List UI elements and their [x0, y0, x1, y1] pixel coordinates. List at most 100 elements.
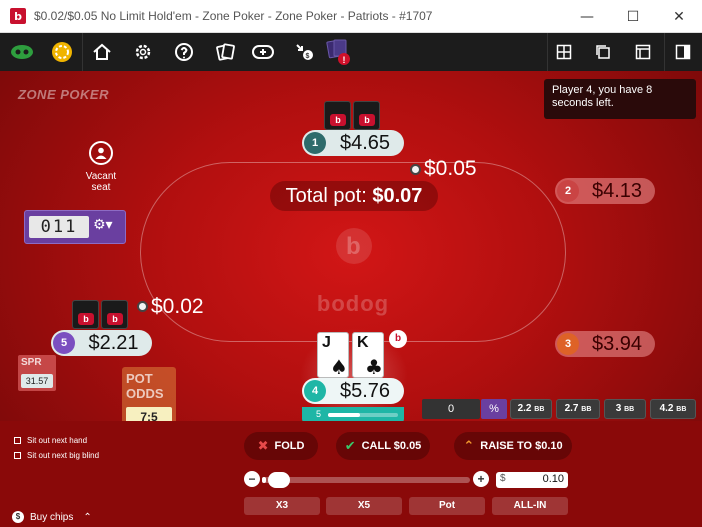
help-icon[interactable] — [170, 38, 198, 66]
settings-icon[interactable] — [129, 38, 157, 66]
felt-logo-letter: b — [346, 233, 361, 260]
seat-2[interactable]: 2 $4.13 — [555, 178, 655, 204]
quick-bet-x5-button[interactable]: X5 — [326, 497, 402, 515]
seat-stack: $3.94 — [591, 332, 643, 355]
raise-amount-input[interactable]: $ 0.10 — [496, 472, 568, 488]
spr-label: SPR — [21, 357, 42, 368]
bet-chip-icon — [137, 301, 148, 312]
seat-4-hero[interactable]: 4 $5.76 — [302, 378, 404, 404]
card-back-logo: b — [359, 114, 375, 126]
percent-toggle-button[interactable]: % — [481, 399, 507, 419]
chips-icon[interactable] — [48, 38, 76, 66]
svg-text:$: $ — [306, 53, 310, 60]
checkbox[interactable] — [14, 437, 21, 444]
preset-bet-button[interactable]: 3 BB — [604, 399, 646, 419]
pot-amount: $0.07 — [372, 185, 423, 207]
action-panel: Sit out next hand Sit out next big blind… — [0, 421, 702, 527]
toolbar-divider — [82, 33, 83, 71]
currency-symbol: $ — [500, 473, 506, 484]
check-icon: ✔ — [344, 438, 356, 454]
window-title: $0.02/$0.05 No Limit Hold'em - Zone Poke… — [34, 9, 433, 23]
window-layout-icon[interactable] — [629, 38, 657, 66]
poker-table: ZONE POKER Player 4, you have 8 seconds … — [0, 71, 702, 527]
x-icon: ✖ — [257, 438, 269, 454]
card-back-logo: b — [107, 313, 123, 325]
turn-timer-notice: Player 4, you have 8 seconds left. — [544, 79, 696, 119]
felt-wordmark: bodog — [316, 291, 390, 316]
dealer-button: b — [389, 330, 407, 348]
home-icon[interactable] — [88, 38, 116, 66]
time-bank-widget[interactable]: 011 ⚙▾ — [24, 210, 126, 244]
quick-bet-all-in-button[interactable]: ALL-IN — [492, 497, 568, 515]
timer-bar-fill — [328, 413, 360, 417]
maximize-button[interactable]: ☐ — [610, 0, 656, 33]
sidebar-layout-icon[interactable] — [669, 38, 697, 66]
seat-number-badge: 4 — [304, 380, 326, 402]
sit-out-next-big-blind[interactable]: Sit out next big blind — [14, 451, 99, 460]
raise-slider-fill — [262, 477, 267, 483]
decrease-bet-button[interactable]: − — [244, 471, 260, 487]
card-back-logo: b — [330, 114, 346, 126]
sit-out-next-big-blind-label: Sit out next big blind — [27, 451, 100, 460]
preset-bet-button[interactable]: 2.7 BB — [556, 399, 600, 419]
seat-1-bet: $0.05 — [424, 157, 477, 180]
table-toolbar: $ ! — [0, 33, 702, 71]
buy-chips-label: Buy chips — [30, 511, 74, 523]
bodog-app-icon: b — [10, 8, 26, 24]
card-rank: J — [322, 334, 331, 351]
notifications-icon[interactable]: ! — [325, 38, 353, 66]
gear-icon[interactable]: ⚙▾ — [93, 217, 113, 233]
card-rank: K — [357, 334, 369, 351]
seat-1-card-back: b — [353, 101, 380, 130]
lobby-icon[interactable] — [8, 38, 36, 66]
seat-5-card-back: b — [72, 300, 99, 329]
card-back-logo: b — [78, 313, 94, 325]
seat-number-badge: 3 — [557, 333, 579, 355]
seat-number-badge: 2 — [557, 180, 579, 202]
fold-button[interactable]: ✖ FOLD — [244, 432, 318, 460]
svg-text:!: ! — [343, 55, 346, 65]
window-titlebar: b $0.02/$0.05 No Limit Hold'em - Zone Po… — [0, 0, 702, 33]
seat-5-card-back: b — [101, 300, 128, 329]
cascade-layout-icon[interactable] — [589, 38, 617, 66]
seat-3[interactable]: 3 $3.94 — [555, 331, 655, 357]
pot-label: Total pot: — [285, 185, 367, 207]
chevron-up-icon: ⌃ — [463, 438, 475, 454]
preset-unit: BB — [581, 406, 592, 413]
toolbar-divider — [664, 33, 665, 71]
grid-layout-icon[interactable] — [550, 38, 578, 66]
preset-bet-button[interactable]: 2.2 BB — [510, 399, 552, 419]
seat-number-badge: 5 — [53, 332, 75, 354]
seat-1[interactable]: 1 $4.65 — [302, 130, 404, 156]
cards-icon[interactable] — [211, 38, 239, 66]
toolbar-divider — [547, 33, 548, 71]
total-pot: Total pot: $0.07 — [270, 181, 438, 211]
minimize-button[interactable]: — — [564, 0, 610, 33]
zone-poker-logo: ZONE POKER — [18, 87, 109, 102]
preset-unit: BB — [676, 406, 687, 413]
quick-bet-x3-button[interactable]: X3 — [244, 497, 320, 515]
raise-button[interactable]: ⌃ RAISE TO $0.10 — [454, 432, 572, 460]
call-button[interactable]: ✔ CALL $0.05 — [336, 432, 430, 460]
preset-unit: BB — [624, 406, 635, 413]
club-icon: ♣ — [365, 355, 383, 379]
bet-percent-input[interactable]: 0 — [422, 399, 480, 419]
close-button[interactable]: ✕ — [656, 0, 702, 33]
timer-seconds: 5 — [316, 409, 322, 419]
checkbox[interactable] — [14, 452, 21, 459]
buy-chips-button[interactable]: $ Buy chips ⌃ — [12, 511, 92, 523]
person-icon — [89, 141, 113, 165]
increase-bet-button[interactable]: + — [473, 471, 489, 487]
dollar-chip-icon: $ — [12, 511, 24, 523]
raise-slider-thumb[interactable] — [267, 472, 290, 488]
add-table-icon[interactable] — [249, 38, 277, 66]
preset-bet-button[interactable]: 4.2 BB — [650, 399, 696, 419]
rewards-icon[interactable]: $ — [290, 38, 318, 66]
raise-slider-track[interactable] — [262, 477, 470, 483]
seat-5[interactable]: 5 $2.21 — [51, 330, 152, 356]
fold-label: FOLD — [274, 440, 305, 452]
call-label: CALL $0.05 — [361, 440, 422, 452]
sit-out-next-hand[interactable]: Sit out next hand — [14, 436, 87, 445]
quick-bet-pot-button[interactable]: Pot — [409, 497, 485, 515]
vacant-seat[interactable]: Vacant seat — [77, 141, 125, 193]
